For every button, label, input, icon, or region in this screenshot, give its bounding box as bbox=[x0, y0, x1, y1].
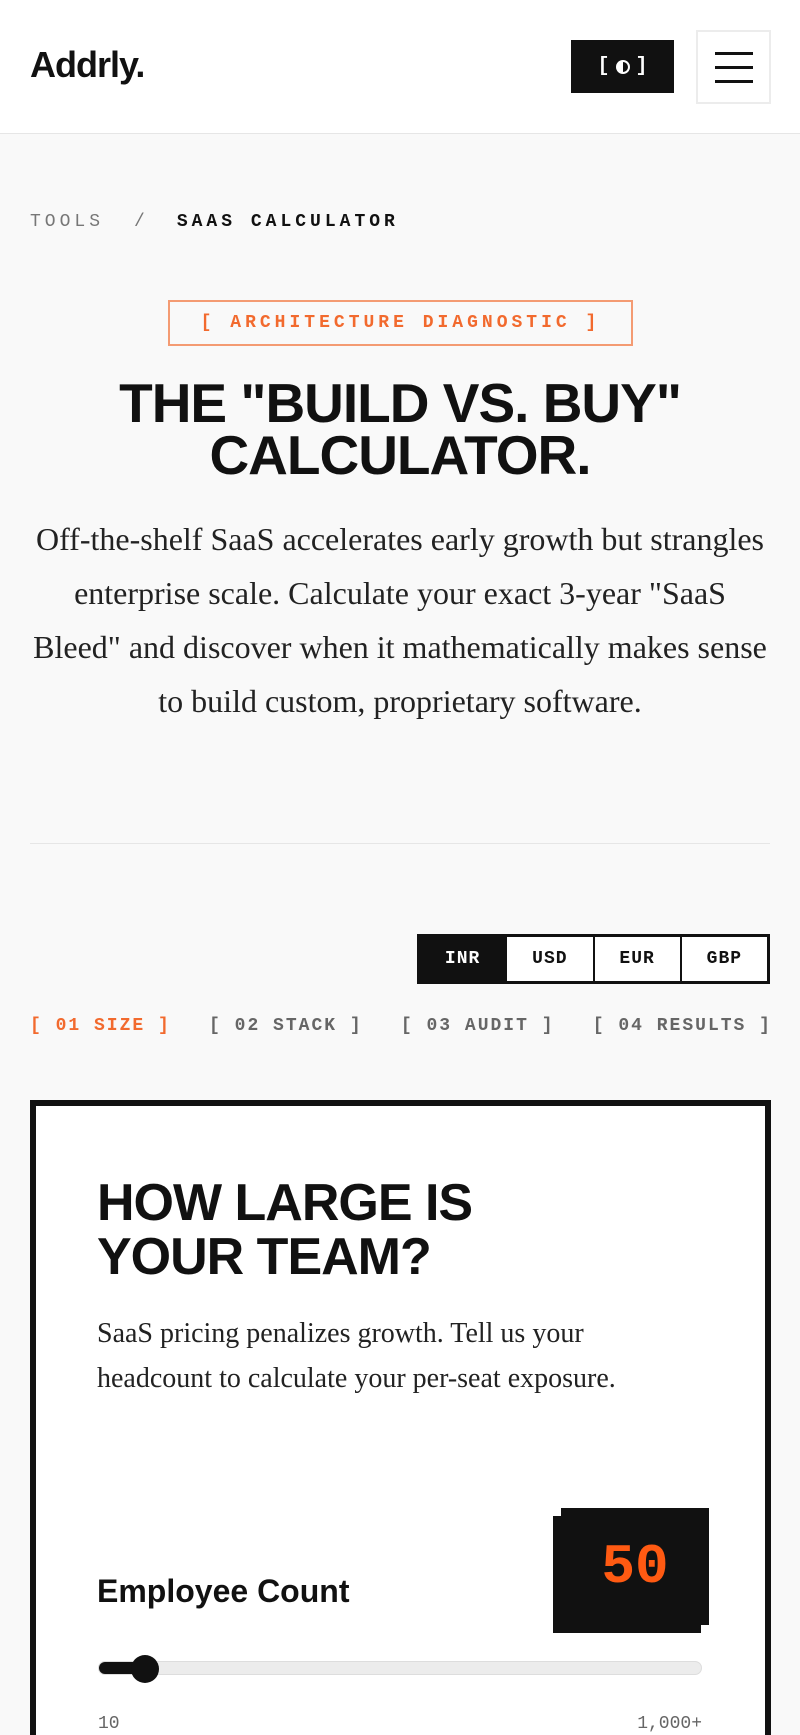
card-title: HOW LARGE IS YOUR TEAM? bbox=[97, 1174, 473, 1286]
currency-gbp-button[interactable]: GBP bbox=[682, 937, 767, 981]
breadcrumb-current: SAAS CALCULATOR bbox=[176, 212, 399, 232]
employee-count-number: 50 bbox=[601, 1534, 669, 1599]
currency-eur-button[interactable]: EUR bbox=[595, 937, 682, 981]
section-tag: [ ARCHITECTURE DIAGNOSTIC ] bbox=[168, 300, 633, 346]
hamburger-icon-line bbox=[714, 65, 753, 69]
employee-count-label: Employee Count bbox=[97, 1573, 350, 1609]
menu-button[interactable] bbox=[696, 30, 771, 104]
step-size[interactable]: [ 01 SIZE ] bbox=[30, 1016, 171, 1036]
bracket-right: ] bbox=[635, 55, 648, 78]
step-results[interactable]: [ 04 RESULTS ] bbox=[593, 1016, 772, 1036]
card-title-line1: HOW LARGE IS bbox=[97, 1174, 473, 1232]
page-description: Off-the-shelf SaaS accelerates early gro… bbox=[33, 521, 767, 719]
card-title-line2: YOUR TEAM? bbox=[97, 1228, 432, 1286]
theme-toggle-button[interactable]: [ ] bbox=[571, 40, 674, 93]
employee-count-slider[interactable] bbox=[98, 1655, 702, 1683]
currency-inr-button[interactable]: INR bbox=[420, 937, 508, 981]
logo[interactable]: Addrly. bbox=[30, 44, 145, 86]
contrast-icon bbox=[615, 59, 630, 74]
employee-count-value: 50 bbox=[561, 1508, 709, 1625]
bracket-left: [ bbox=[597, 55, 610, 78]
currency-usd-button[interactable]: USD bbox=[507, 937, 595, 981]
breadcrumb: TOOLS / SAAS CALCULATOR bbox=[30, 212, 399, 232]
breadcrumb-separator: / bbox=[134, 212, 149, 232]
page-title: THE "BUILD VS. BUY" CALCULATOR. bbox=[40, 376, 760, 483]
step-stack[interactable]: [ 02 STACK ] bbox=[209, 1016, 363, 1036]
divider bbox=[30, 843, 770, 844]
hamburger-icon-line bbox=[714, 79, 753, 83]
hamburger-icon bbox=[714, 51, 753, 55]
step-nav: [ 01 SIZE ] [ 02 STACK ] [ 03 AUDIT ] [ … bbox=[30, 1016, 772, 1036]
card-description: SaaS pricing penalizes growth. Tell us y… bbox=[97, 1318, 616, 1394]
page-title-line2: CALCULATOR. bbox=[209, 424, 591, 486]
site-header: Addrly. [ ] bbox=[0, 0, 800, 134]
breadcrumb-tools[interactable]: TOOLS bbox=[30, 212, 104, 232]
slider-min-label: 10 bbox=[98, 1714, 120, 1734]
currency-selector: INR USD EUR GBP bbox=[417, 934, 770, 984]
slider-max-label: 1,000+ bbox=[637, 1714, 702, 1734]
step-audit[interactable]: [ 03 AUDIT ] bbox=[401, 1016, 555, 1036]
team-size-card: HOW LARGE IS YOUR TEAM? SaaS pricing pen… bbox=[30, 1100, 771, 1735]
slider-thumb[interactable] bbox=[131, 1655, 159, 1683]
